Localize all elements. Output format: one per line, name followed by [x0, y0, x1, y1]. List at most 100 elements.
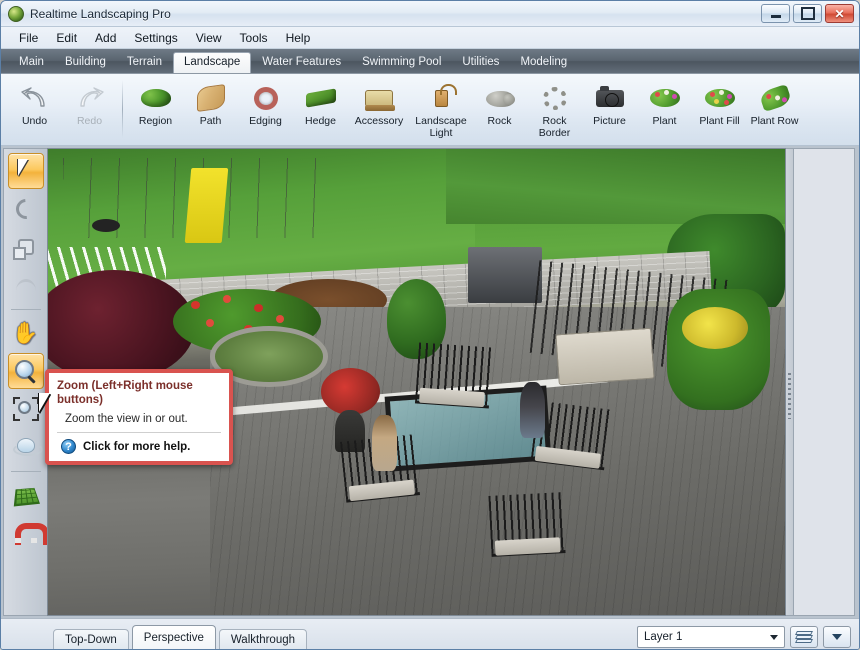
view-bottom-bar: Top-Down Perspective Walkthrough Layer 1: [1, 618, 859, 649]
redo-icon: [73, 82, 107, 114]
tab-swimming-pool[interactable]: Swimming Pool: [352, 52, 451, 73]
path-icon: [194, 82, 228, 114]
ribbon-separator: [122, 80, 123, 138]
layer-dropdown-button[interactable]: [823, 626, 851, 648]
magnet-icon: [14, 523, 49, 545]
tooltip-body: Zoom the view in or out.: [57, 413, 221, 433]
zoom-tooltip: Zoom (Left+Right mouse buttons) Zoom the…: [45, 369, 233, 465]
chevron-down-icon: [770, 635, 778, 640]
zoom-tool[interactable]: [7, 353, 44, 389]
grid-tool[interactable]: [8, 477, 44, 513]
menu-item-tools[interactable]: Tools: [232, 29, 276, 47]
pan-tool[interactable]: ✋: [8, 315, 44, 351]
scene-lawn-right: [445, 149, 785, 224]
view-tab-top-down[interactable]: Top-Down: [53, 629, 129, 649]
tab-landscape[interactable]: Landscape: [173, 52, 252, 73]
view-tab-walkthrough[interactable]: Walkthrough: [218, 629, 308, 649]
maximize-button[interactable]: [793, 4, 822, 23]
layer-select-value: Layer 1: [644, 631, 683, 643]
scene-person: [372, 414, 398, 471]
scene-lounge-chair: [554, 327, 654, 386]
menu-item-file[interactable]: File: [11, 29, 46, 47]
edging-ring-icon: [249, 82, 283, 114]
region-label: Region: [138, 115, 173, 127]
rock-icon: [483, 82, 517, 114]
menu-item-edit[interactable]: Edit: [48, 29, 85, 47]
hedge-icon: [304, 82, 338, 114]
window-controls: ✕: [761, 4, 854, 23]
landscape-light-icon: [424, 82, 458, 114]
edging-button[interactable]: Edging: [238, 78, 293, 128]
region-button[interactable]: Region: [128, 78, 183, 128]
menu-item-help[interactable]: Help: [278, 29, 319, 47]
landscape-light-label: Landscape Light: [415, 115, 467, 139]
menu-bar: File Edit Add Settings View Tools Help: [1, 27, 859, 49]
plant-fill-button[interactable]: Plant Fill: [692, 78, 747, 128]
arc-tool[interactable]: [8, 267, 44, 303]
menu-item-settings[interactable]: Settings: [126, 29, 185, 47]
tab-modeling[interactable]: Modeling: [510, 52, 577, 73]
tab-utilities[interactable]: Utilities: [452, 52, 509, 73]
view-tab-perspective[interactable]: Perspective: [131, 625, 216, 649]
close-button[interactable]: ✕: [825, 4, 854, 23]
tab-terrain[interactable]: Terrain: [117, 52, 172, 73]
side-panel: [793, 148, 855, 616]
menu-item-add[interactable]: Add: [87, 29, 124, 47]
rock-border-label: Rock Border: [538, 115, 571, 139]
hand-icon: ✋: [12, 321, 39, 345]
menu-item-view[interactable]: View: [188, 29, 230, 47]
path-button[interactable]: Path: [183, 78, 238, 128]
tab-main[interactable]: Main: [9, 52, 54, 73]
grid-icon: [13, 487, 40, 507]
rock-button[interactable]: Rock: [472, 78, 527, 128]
accessory-button[interactable]: Accessory: [348, 78, 410, 128]
plant-row-icon: [758, 82, 792, 114]
tab-building[interactable]: Building: [55, 52, 116, 73]
rock-label: Rock: [487, 115, 512, 127]
arc-icon: [15, 279, 36, 291]
ribbon-tab-strip: Main Building Terrain Landscape Water Fe…: [1, 49, 859, 74]
select-tool[interactable]: [7, 153, 44, 189]
tooltip-help-link[interactable]: ? Click for more help.: [57, 433, 221, 454]
window-title: Realtime Landscaping Pro: [30, 6, 171, 21]
chevron-down-icon: [832, 634, 842, 640]
layer-select[interactable]: Layer 1: [637, 626, 785, 648]
redo-button[interactable]: Redo: [62, 78, 117, 128]
move-tool[interactable]: [8, 229, 44, 265]
question-mark-icon: ?: [61, 439, 76, 454]
layers-stack-icon: [795, 631, 813, 643]
rotate-tool[interactable]: [8, 191, 44, 227]
minimize-button[interactable]: [761, 4, 790, 23]
redo-label: Redo: [76, 115, 103, 127]
undo-label: Undo: [21, 115, 48, 127]
tool-divider-2: [10, 471, 41, 472]
snap-tool[interactable]: [8, 515, 49, 551]
ribbon-toolbar: Undo Redo Region Path Edging Hedge Acces…: [1, 74, 859, 146]
hedge-button[interactable]: Hedge: [293, 78, 348, 128]
region-bush-icon: [139, 82, 173, 114]
tooltip-help-text: Click for more help.: [83, 440, 191, 453]
tab-water-features[interactable]: Water Features: [252, 52, 351, 73]
scene-slide: [184, 167, 229, 243]
picture-label: Picture: [593, 115, 626, 127]
picture-button[interactable]: Picture: [582, 78, 637, 128]
layers-manager-button[interactable]: [790, 626, 818, 648]
app-globe-icon: [8, 5, 24, 22]
plant-button[interactable]: Plant: [637, 78, 692, 128]
scene-tire-swing: [92, 218, 121, 232]
rock-border-icon: [538, 82, 572, 114]
scene-chair: [414, 342, 493, 408]
scene-grill: [468, 246, 542, 303]
rock-border-button[interactable]: Rock Border: [527, 78, 582, 139]
viewport-splitter[interactable]: [786, 148, 793, 616]
scene-red-planter: [320, 368, 380, 415]
tool-divider: [10, 309, 41, 310]
orbit-tool[interactable]: [8, 429, 44, 465]
orbit-icon: [12, 438, 43, 456]
accessory-bench-icon: [362, 82, 396, 114]
plant-row-button[interactable]: Plant Row: [747, 78, 802, 128]
undo-button[interactable]: Undo: [7, 78, 62, 128]
plant-row-label: Plant Row: [750, 115, 799, 127]
landscape-light-button[interactable]: Landscape Light: [410, 78, 472, 139]
rotate-icon: [11, 194, 40, 224]
